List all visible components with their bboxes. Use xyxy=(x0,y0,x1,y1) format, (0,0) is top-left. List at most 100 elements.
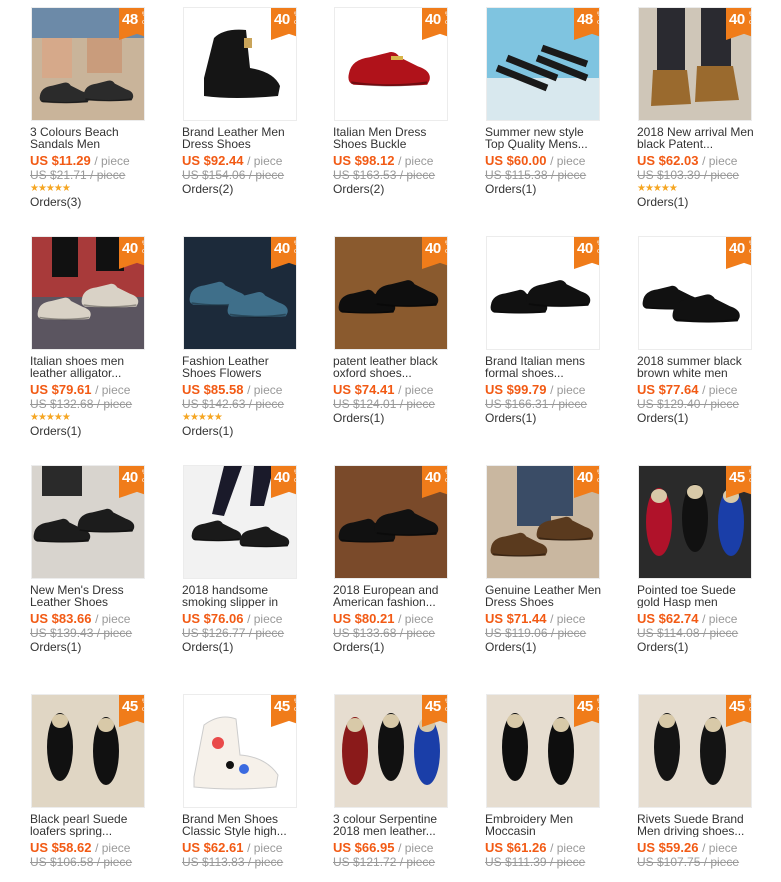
orders-count[interactable]: Orders(1) xyxy=(30,640,170,655)
product-image[interactable]: 40 % OFF xyxy=(31,465,145,579)
discount-badge: 45 % OFF xyxy=(726,695,751,727)
product-image[interactable]: 45 % OFF xyxy=(486,694,600,808)
orders-count[interactable]: Orders(2) xyxy=(182,182,322,197)
product-image[interactable]: 40 % OFF xyxy=(183,465,297,579)
product-card[interactable]: 45 % OFF Embroidery Men Moccasin US $61.… xyxy=(485,694,625,869)
product-image[interactable]: 45 % OFF xyxy=(334,694,448,808)
orders-count[interactable]: Orders(1) xyxy=(485,640,625,655)
discount-badge: 40 % OFF xyxy=(726,8,751,40)
product-card[interactable]: 48 % OFF 3 Colours Beach Sandals Men US … xyxy=(30,7,170,210)
price-unit: / piece xyxy=(247,154,283,168)
product-image[interactable]: 40 % OFF xyxy=(638,236,752,350)
product-image[interactable]: 45 % OFF xyxy=(638,694,752,808)
product-title[interactable]: Brand Italian mens formal shoes... xyxy=(485,355,605,379)
discount-value: 40 xyxy=(729,11,745,28)
orders-count[interactable]: Orders(2) xyxy=(333,182,473,197)
product-card[interactable]: 45 % OFF Black pearl Suede loafers sprin… xyxy=(30,694,170,869)
product-title[interactable]: Brand Men Shoes Classic Style high... xyxy=(182,813,302,837)
original-price: US $113.83 / piece xyxy=(182,855,284,869)
product-title[interactable]: Genuine Leather Men Dress Shoes xyxy=(485,584,605,608)
product-title[interactable]: 2018 New arrival Men black Patent... xyxy=(637,126,757,150)
product-image[interactable]: 45 % OFF xyxy=(638,465,752,579)
product-price: US $85.58 / piece xyxy=(182,383,322,398)
product-card[interactable]: 40 % OFF New Men's Dress Leather Shoes U… xyxy=(30,465,170,655)
product-title[interactable]: Italian shoes men leather alligator... xyxy=(30,355,150,379)
orders-count[interactable]: Orders(1) xyxy=(333,411,473,426)
product-title[interactable]: Embroidery Men Moccasin xyxy=(485,813,605,837)
product-title[interactable]: 2018 handsome smoking slipper in xyxy=(182,584,302,608)
product-card[interactable]: 40 % OFF Genuine Leather Men Dress Shoes… xyxy=(485,465,625,655)
orders-count[interactable]: Orders(1) xyxy=(637,411,777,426)
original-price: US $129.40 / piece xyxy=(637,397,740,411)
product-card[interactable]: 40 % OFF 2018 summer black brown white m… xyxy=(637,236,777,426)
discount-value: 45 xyxy=(122,698,138,715)
product-title[interactable]: Fashion Leather Shoes Flowers xyxy=(182,355,302,379)
product-card[interactable]: 40 % OFF Brand Leather Men Dress Shoes U… xyxy=(182,7,322,197)
product-title[interactable]: New Men's Dress Leather Shoes xyxy=(30,584,150,608)
product-card[interactable]: 40 % OFF Brand Italian mens formal shoes… xyxy=(485,236,625,426)
product-card[interactable]: 40 % OFF 2018 European and American fash… xyxy=(333,465,473,655)
product-card[interactable]: 45 % OFF Pointed toe Suede gold Hasp men… xyxy=(637,465,777,655)
product-image[interactable]: 40 % OFF xyxy=(183,236,297,350)
product-card[interactable]: 45 % OFF 3 colour Serpentine 2018 men le… xyxy=(333,694,473,869)
product-card[interactable]: 40 % OFF patent leather black oxford sho… xyxy=(333,236,473,426)
product-title[interactable]: 2018 European and American fashion... xyxy=(333,584,453,608)
product-image[interactable]: 45 % OFF xyxy=(31,694,145,808)
orders-count[interactable]: Orders(1) xyxy=(182,640,322,655)
orders-count[interactable]: Orders(1) xyxy=(182,424,322,439)
product-title[interactable]: Brand Leather Men Dress Shoes xyxy=(182,126,302,150)
product-title[interactable]: Pointed toe Suede gold Hasp men xyxy=(637,584,757,608)
product-image[interactable]: 40 % OFF xyxy=(638,7,752,121)
product-title[interactable]: Black pearl Suede loafers spring... xyxy=(30,813,150,837)
discount-value: 40 xyxy=(425,240,441,257)
product-image[interactable]: 40 % OFF xyxy=(486,465,600,579)
product-card[interactable]: 40 % OFF Italian Men Dress Shoes Buckle … xyxy=(333,7,473,197)
product-card[interactable]: 40 % OFF 2018 New arrival Men black Pate… xyxy=(637,7,777,210)
product-title[interactable]: Summer new style Top Quality Mens... xyxy=(485,126,605,150)
product-image[interactable]: 40 % OFF xyxy=(334,465,448,579)
price-value: US $99.79 xyxy=(485,382,547,397)
orders-count[interactable]: Orders(1) xyxy=(333,640,473,655)
product-price: US $61.26 / piece xyxy=(485,841,625,856)
discount-percent-sign: % xyxy=(597,241,599,247)
product-title[interactable]: Rivets Suede Brand Men driving shoes... xyxy=(637,813,757,837)
product-image[interactable]: 40 % OFF xyxy=(183,7,297,121)
discount-value: 40 xyxy=(729,240,745,257)
product-card[interactable]: 45 % OFF Rivets Suede Brand Men driving … xyxy=(637,694,777,869)
original-price: US $166.31 / piece xyxy=(485,397,588,411)
discount-badge: 48 % OFF xyxy=(574,8,599,40)
product-title[interactable]: 3 Colours Beach Sandals Men xyxy=(30,126,150,150)
orders-count[interactable]: Orders(1) xyxy=(485,411,625,426)
product-price: US $59.26 / piece xyxy=(637,841,777,856)
discount-percent-sign: % xyxy=(142,470,144,476)
product-image[interactable]: 40 % OFF xyxy=(31,236,145,350)
orders-count[interactable]: Orders(3) xyxy=(30,195,170,210)
discount-percent-sign: % xyxy=(294,699,296,705)
orders-count[interactable]: Orders(1) xyxy=(637,195,777,210)
discount-value: 48 xyxy=(122,11,138,28)
orders-count[interactable]: Orders(1) xyxy=(30,424,170,439)
product-card[interactable]: 48 % OFF Summer new style Top Quality Me… xyxy=(485,7,625,197)
price-unit: / piece xyxy=(95,612,131,626)
orders-count[interactable]: Orders(1) xyxy=(485,182,625,197)
discount-badge: 40 % OFF xyxy=(271,237,296,269)
discount-value: 40 xyxy=(274,469,290,486)
orders-count[interactable]: Orders(1) xyxy=(637,640,777,655)
product-title[interactable]: 2018 summer black brown white men xyxy=(637,355,757,379)
product-price: US $60.00 / piece xyxy=(485,154,625,169)
product-price: US $76.06 / piece xyxy=(182,612,322,627)
product-card[interactable]: 40 % OFF 2018 handsome smoking slipper i… xyxy=(182,465,322,655)
product-title[interactable]: patent leather black oxford shoes... xyxy=(333,355,453,379)
product-image[interactable]: 45 % OFF xyxy=(183,694,297,808)
discount-badge: 45 % OFF xyxy=(119,695,144,727)
product-card[interactable]: 45 % OFF Brand Men Shoes Classic Style h… xyxy=(182,694,322,869)
product-card[interactable]: 40 % OFF Fashion Leather Shoes Flowers U… xyxy=(182,236,322,439)
product-title[interactable]: 3 colour Serpentine 2018 men leather... xyxy=(333,813,453,837)
product-image[interactable]: 40 % OFF xyxy=(486,236,600,350)
product-image[interactable]: 48 % OFF xyxy=(486,7,600,121)
product-image[interactable]: 40 % OFF xyxy=(334,7,448,121)
product-card[interactable]: 40 % OFF Italian shoes men leather allig… xyxy=(30,236,170,439)
product-title[interactable]: Italian Men Dress Shoes Buckle xyxy=(333,126,453,150)
product-image[interactable]: 40 % OFF xyxy=(334,236,448,350)
product-image[interactable]: 48 % OFF xyxy=(31,7,145,121)
